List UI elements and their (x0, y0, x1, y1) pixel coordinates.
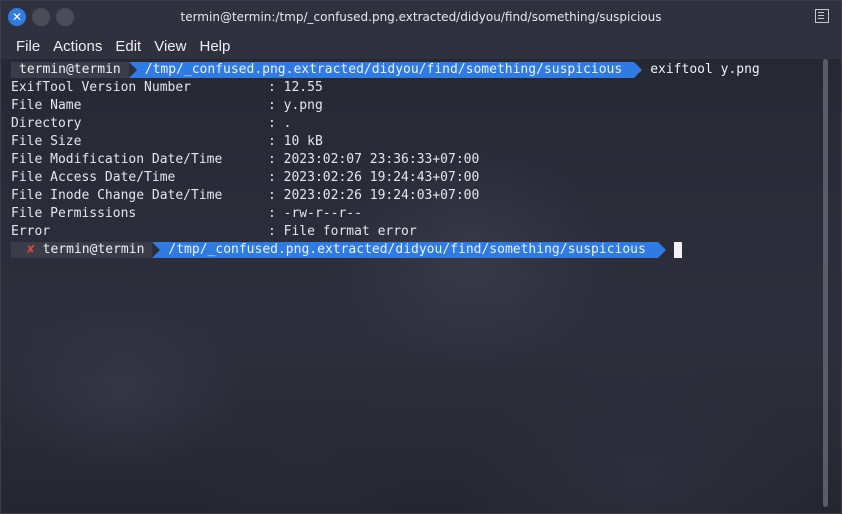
menu-bar: File Actions Edit View Help (1, 33, 841, 59)
menu-edit[interactable]: Edit (115, 38, 141, 55)
prompt-path: /tmp/_confused.png.extracted/didyou/find… (128, 62, 643, 78)
window-menu-icon[interactable] (815, 9, 829, 23)
output-line: File Size : 10 kB (11, 133, 821, 151)
output-key: File Inode Change Date/Time (11, 188, 223, 203)
output-key: File Modification Date/Time (11, 152, 223, 167)
output-key: File Size (11, 134, 82, 149)
output-line: File Modification Date/Time : 2023:02:07 … (11, 151, 821, 169)
output-line: Directory : . (11, 115, 821, 133)
error-status-icon: ✘ (27, 242, 35, 257)
prompt-line: termin@termin /tmp/_confused.png.extract… (11, 61, 821, 79)
output-key: File Permissions (11, 206, 137, 221)
menu-help[interactable]: Help (199, 38, 230, 55)
output-value: : . (268, 116, 292, 131)
menu-file[interactable]: File (16, 38, 40, 55)
output-value: : 2023:02:26 19:24:43+07:00 (268, 170, 480, 185)
output-line: ExifTool Version Number : 12.55 (11, 79, 821, 97)
terminal-window: ✕ termin@termin:/tmp/_confused.png.extra… (0, 0, 842, 514)
prompt-user-name: termin@termin (42, 242, 145, 257)
prompt-line: ✘ termin@termin /tmp/_confused.png.extra… (11, 241, 821, 259)
prompt-user: ✘ termin@termin (11, 242, 161, 258)
output-value: : 12.55 (268, 80, 323, 95)
terminal-output[interactable]: termin@termin /tmp/_confused.png.extract… (11, 61, 821, 259)
output-line: File Inode Change Date/Time : 2023:02:26 … (11, 187, 821, 205)
output-key: File Name (11, 98, 82, 113)
window-title: termin@termin:/tmp/_confused.png.extract… (180, 10, 662, 24)
scrollbar-thumb[interactable] (823, 59, 828, 507)
menu-actions[interactable]: Actions (53, 38, 102, 55)
menu-view[interactable]: View (154, 38, 186, 55)
output-key: File Access Date/Time (11, 170, 176, 185)
output-key: ExifTool Version Number (11, 80, 192, 95)
scrollbar[interactable] (823, 59, 829, 509)
output-key: Directory (11, 116, 82, 131)
output-key: Error (11, 224, 51, 239)
prompt-path: /tmp/_confused.png.extracted/didyou/find… (152, 242, 667, 258)
output-value: : -rw-r--r-- (268, 206, 362, 221)
prompt-command: exiftool y.png (650, 62, 760, 77)
output-value: : File format error (268, 224, 417, 239)
text-cursor (673, 242, 682, 258)
output-line: Error : File format error (11, 223, 821, 241)
output-line: File Name : y.png (11, 97, 821, 115)
prompt-user: termin@termin (11, 62, 137, 78)
output-line: File Access Date/Time : 2023:02:26 19:24:… (11, 169, 821, 187)
title-bar[interactable]: ✕ termin@termin:/tmp/_confused.png.extra… (1, 1, 841, 33)
output-value: : y.png (268, 98, 323, 113)
output-value: : 2023:02:26 19:24:03+07:00 (268, 188, 480, 203)
output-value: : 10 kB (268, 134, 323, 149)
output-line: File Permissions : -rw-r--r-- (11, 205, 821, 223)
output-value: : 2023:02:07 23:36:33+07:00 (268, 152, 480, 167)
